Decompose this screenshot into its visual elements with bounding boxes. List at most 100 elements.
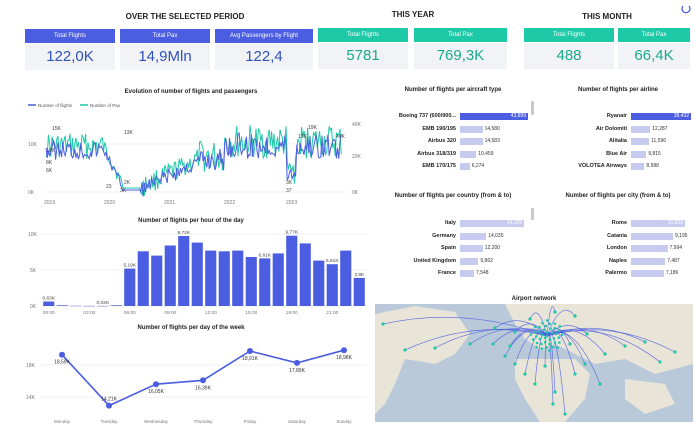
hour-bar-label: 0,02K: [97, 300, 110, 306]
airline-category-label[interactable]: Air Dolomiti: [547, 126, 627, 133]
aircraft-category-label[interactable]: EMB 190/195: [376, 126, 456, 133]
airline-bar[interactable]: [631, 150, 647, 158]
aircraft-bar[interactable]: [460, 163, 470, 170]
section-title-this-year: THIS YEAR: [391, 10, 435, 19]
city-bar[interactable]: [631, 232, 673, 240]
hour-bar: [286, 235, 298, 306]
aircraft-category-label[interactable]: EMB 170/175: [376, 163, 456, 170]
map-airport: [546, 331, 549, 334]
refresh-icon[interactable]: [680, 2, 692, 16]
city-category-label[interactable]: Rome: [547, 220, 627, 227]
map-title: Airport network: [511, 296, 557, 302]
week-point: [247, 348, 253, 354]
aircraft-chart-title: Number of flights per aircraft type: [404, 87, 502, 93]
evo-label: 40K: [336, 134, 346, 140]
aircraft-bar[interactable]: [460, 150, 477, 158]
hour-bar: [191, 242, 203, 306]
hour-bar-label: 5,81K: [326, 258, 339, 264]
aircraft-category-label[interactable]: Boeing 737 (600/900...: [376, 113, 456, 120]
y-left-tick: 0K: [28, 190, 35, 196]
airport-network-map[interactable]: [375, 304, 693, 422]
map-airport: [538, 337, 542, 341]
map-airport: [533, 325, 537, 329]
country-category-label[interactable]: Germany: [376, 233, 456, 240]
legend-flights: Number of flights: [38, 103, 73, 108]
week-point-label: 18,91K: [242, 356, 259, 362]
y-right-tick: 20K: [352, 154, 362, 160]
evo-label: 10K: [46, 148, 56, 154]
city-category-label[interactable]: London: [547, 245, 627, 252]
airline-category-label[interactable]: Ryanair: [547, 113, 627, 120]
map-airport: [513, 362, 517, 366]
airline-category-label[interactable]: VOLOTEA Airways: [547, 163, 627, 170]
country-bar[interactable]: [460, 245, 483, 252]
map-airport: [548, 342, 551, 346]
aircraft-bar[interactable]: [460, 138, 483, 145]
country-category-label[interactable]: Italy: [376, 220, 456, 227]
hour-bar-label: 3,9K: [354, 272, 365, 278]
airline-chart-title: Number of flights per airline: [577, 87, 658, 93]
city-category-label[interactable]: Naples: [547, 258, 627, 265]
city-bar[interactable]: [631, 257, 666, 265]
map-airport: [552, 345, 555, 349]
city-category-label[interactable]: Palermo: [547, 270, 627, 277]
hour-bar: [124, 268, 136, 306]
country-bar[interactable]: [460, 270, 475, 277]
map-airport: [513, 330, 517, 334]
map-airport: [540, 347, 544, 350]
week-point: [106, 402, 112, 409]
hour-bar: [353, 277, 365, 306]
country-bar-value: 9,862: [480, 257, 493, 264]
country-category-label[interactable]: France: [376, 270, 456, 277]
country-scrollbar[interactable]: [531, 208, 534, 220]
map-airport: [542, 328, 546, 332]
map-airport: [533, 330, 536, 334]
map-airport: [549, 327, 552, 330]
city-category-label[interactable]: Catania: [547, 233, 627, 240]
map-airport: [541, 321, 544, 325]
aircraft-category-label[interactable]: Airbus 318/319: [376, 151, 456, 158]
hour-bar: [56, 305, 68, 306]
country-bar[interactable]: [460, 232, 487, 240]
kpi-period-value: 122,0K: [25, 44, 115, 70]
city-bar[interactable]: [631, 270, 664, 277]
map-airport: [531, 338, 535, 341]
airline-bar[interactable]: [631, 125, 651, 133]
airline-category-label[interactable]: Alitalia: [547, 138, 627, 145]
airline-bar-value: 38,432: [673, 113, 689, 119]
evolution-chart-title: Evolution of number of flights and passe…: [124, 89, 258, 95]
aircraft-scrollbar[interactable]: [531, 101, 534, 115]
y-right-tick: 0K: [352, 190, 359, 196]
map-airport: [468, 342, 472, 346]
kpi-year-value: 5781: [318, 43, 408, 69]
hour-x-tick: 21:00: [326, 310, 338, 316]
aircraft-bar[interactable]: [460, 125, 483, 133]
evolution-chart: Number of flights Number of Pax 10K 0K 4…: [28, 103, 362, 206]
airline-bar-value: 9,815: [648, 150, 661, 157]
hour-bar: [178, 236, 190, 306]
y-tick: 14K: [26, 395, 36, 401]
airline-bar[interactable]: [631, 163, 645, 170]
map-airport: [568, 342, 572, 346]
x-tick: 2019: [44, 200, 55, 206]
country-category-label[interactable]: United Kingdom: [376, 258, 456, 265]
airline-bar-value: 12,287: [652, 125, 668, 132]
country-bar-value: 12,200: [484, 245, 501, 251]
city-bar[interactable]: [631, 245, 668, 252]
airline-category-label[interactable]: Blue Air: [547, 151, 627, 158]
country-category-label[interactable]: Spain: [376, 245, 456, 252]
country-bar-value: 34,299: [506, 220, 522, 226]
airline-bar[interactable]: [631, 138, 650, 145]
hour-x-tick: 00:00: [43, 310, 55, 316]
hour-bar: [326, 264, 338, 306]
kpi-period-label: Total Flights: [25, 29, 115, 43]
aircraft-category-label[interactable]: Airbus 320: [376, 138, 456, 145]
evo-label: 23: [106, 184, 112, 190]
hour-bar: [272, 253, 284, 306]
map-airport: [658, 360, 662, 364]
week-point-label: 18,98K: [336, 355, 353, 361]
y-tick: 0K: [30, 304, 37, 310]
map-airport: [538, 325, 541, 329]
hour-bar: [151, 255, 163, 306]
country-bar[interactable]: [460, 257, 479, 265]
